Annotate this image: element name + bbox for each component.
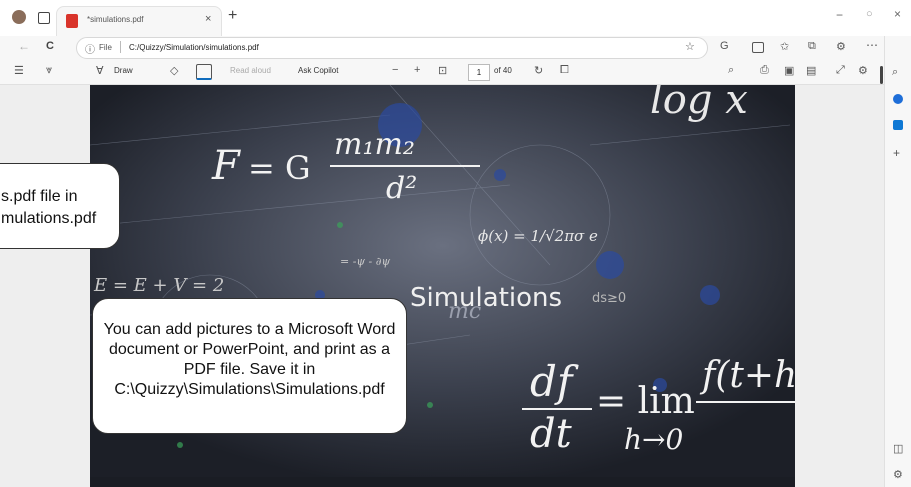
sidebar-search-icon[interactable]: ⌕ xyxy=(892,66,898,79)
reload-button[interactable]: C xyxy=(46,40,54,52)
contents-icon[interactable]: ☰ xyxy=(14,64,24,77)
derivative-lim: = lim xyxy=(596,381,695,422)
pdf-file-icon xyxy=(66,14,78,28)
url-input[interactable]: ⓘ File C:/Quizzy/Simulation/simulations.… xyxy=(76,37,708,59)
maximize-button[interactable]: ○ xyxy=(866,8,873,20)
tab-simulations-pdf[interactable]: *simulations.pdf × xyxy=(56,6,222,37)
back-button[interactable]: ← xyxy=(18,39,30,53)
erase-icon[interactable]: ◇ xyxy=(170,64,178,77)
callout-main: You can add pictures to a Microsoft Word… xyxy=(92,298,407,434)
address-bar: ← C ⓘ File C:/Quizzy/Simulation/simulati… xyxy=(0,36,911,60)
zoom-in-button[interactable]: + xyxy=(414,64,420,76)
gravity-fraction-bar xyxy=(330,165,480,167)
zoom-out-button[interactable]: − xyxy=(392,64,398,76)
derivative-fraction-bar xyxy=(522,408,592,410)
url-text: C:/Quizzy/Simulation/simulations.pdf xyxy=(129,43,259,52)
new-tab-button[interactable]: + xyxy=(228,7,237,25)
close-window-button[interactable]: × xyxy=(894,7,901,21)
page-number-input[interactable]: 1 xyxy=(468,64,490,81)
ask-copilot-button[interactable]: Ask Copilot xyxy=(298,66,338,75)
entropy-equation: ds≥0 xyxy=(592,291,627,306)
edge-sidebar: ⌕ + ◫ ⚙ xyxy=(884,36,911,487)
callout-main-text: You can add pictures to a Microsoft Word… xyxy=(103,321,396,398)
more-options-icon[interactable]: ⋯ xyxy=(866,38,878,52)
derivative-lim-sub: h→0 xyxy=(624,423,684,456)
sidebar-outlook-icon[interactable] xyxy=(893,120,903,130)
file-label: File xyxy=(99,43,112,52)
phi-equation: ϕ(x) = 1/√2πσ e xyxy=(478,227,598,245)
derivative-numerator: df xyxy=(530,357,573,406)
draw-button[interactable]: Draw xyxy=(114,66,133,75)
tab-close-button[interactable]: × xyxy=(205,13,211,25)
total-pages: of 40 xyxy=(494,66,512,75)
callout-left-partial: s.pdf file in mulations.pdf xyxy=(0,163,120,249)
sidebar-copilot-icon[interactable] xyxy=(893,94,903,104)
log-equation: log x xyxy=(650,85,748,123)
tab-actions-icon[interactable] xyxy=(38,12,50,24)
fit-page-icon[interactable]: ⊡ xyxy=(438,64,447,77)
fullscreen-icon[interactable]: ⤢ xyxy=(836,64,845,77)
copilot-g-icon[interactable]: G xyxy=(720,40,729,52)
page-title: Simulations xyxy=(410,283,563,313)
print-icon[interactable]: ⎙ xyxy=(760,64,769,77)
gravity-numerator: m₁m₂ xyxy=(334,127,415,162)
two-page-icon[interactable]: ⧠ xyxy=(560,64,569,77)
favorite-star-icon[interactable]: ☆ xyxy=(685,40,695,53)
read-aloud-button[interactable]: Read aloud xyxy=(230,66,271,75)
collections-icon[interactable]: ⧉ xyxy=(808,40,816,53)
pdf-toolbar: ☰ ⩔ ∀ Draw ◇ Read aloud Ask Copilot − + … xyxy=(0,60,911,85)
derivative-rhs: f(t+h xyxy=(702,355,795,396)
tab-title: *simulations.pdf xyxy=(87,15,144,24)
page-view-icon[interactable] xyxy=(196,64,212,80)
url-divider xyxy=(120,41,121,53)
minimize-button[interactable]: − xyxy=(836,8,843,22)
extensions-icon[interactable]: ⚙ xyxy=(836,40,846,53)
derivative-denominator: dt xyxy=(530,411,572,457)
save-as-icon[interactable]: ▤ xyxy=(806,64,816,77)
search-icon[interactable]: ⌕ xyxy=(728,64,734,77)
tab-bar: *simulations.pdf × + − ○ × xyxy=(0,0,911,37)
profile-avatar-icon[interactable] xyxy=(12,10,26,24)
sidebar-add-icon[interactable]: + xyxy=(893,146,900,160)
sidebar-hide-icon[interactable]: ◫ xyxy=(893,442,903,455)
derivative-rhs-bar xyxy=(696,401,795,403)
gravity-eq: = G xyxy=(248,149,311,187)
energy-equation: E = E + V = 2 xyxy=(94,275,225,296)
gravity-denominator: d² xyxy=(386,171,418,206)
schrodinger-equation: = -ψ - ∂ψ xyxy=(340,255,391,268)
save-icon[interactable]: ▣ xyxy=(784,64,794,77)
draw-icon[interactable]: ∀ xyxy=(96,64,104,77)
favorites-icon[interactable]: ✩ xyxy=(780,40,789,53)
highlight-icon[interactable]: ⩔ xyxy=(46,64,52,77)
sidebar-settings-icon[interactable]: ⚙ xyxy=(893,468,903,481)
split-screen-icon[interactable] xyxy=(752,42,764,53)
site-info-icon[interactable]: ⓘ xyxy=(85,41,95,56)
callout-left-text: s.pdf file in mulations.pdf xyxy=(1,188,97,227)
scrollbar-thumb[interactable] xyxy=(880,66,883,84)
settings-icon[interactable]: ⚙ xyxy=(858,64,868,77)
gravity-f: F xyxy=(212,143,240,189)
rotate-icon[interactable]: ↻ xyxy=(534,64,543,77)
